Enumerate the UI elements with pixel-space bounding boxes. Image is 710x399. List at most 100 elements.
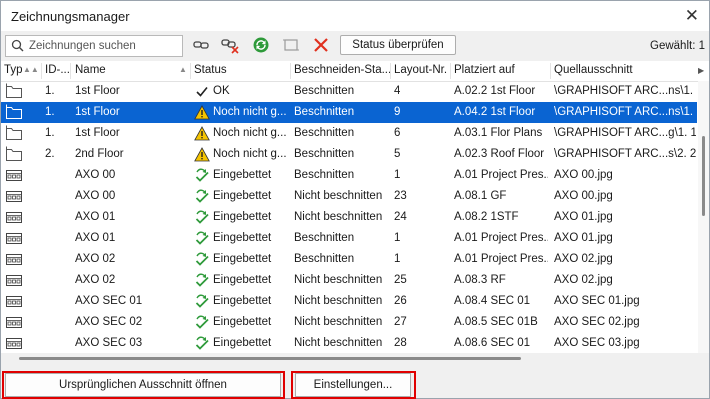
folder-icon [6, 104, 22, 119]
cell-layout: 6 [394, 127, 401, 139]
column-header-crop-status[interactable]: Beschneiden-Sta... [294, 64, 391, 76]
cell-name: 2nd Floor [75, 148, 124, 160]
horizontal-scroll-thumb[interactable] [19, 357, 521, 360]
drawing-manager-window: Zeichnungsmanager ✕ Status überprüfen Ge… [0, 0, 710, 399]
cell-source: \GRAPHISOFT ARC...ns\1. 1s [554, 85, 696, 97]
cell-name: AXO 00 [75, 190, 116, 202]
cell-placed: A.08.4 SEC 01 [454, 295, 531, 307]
sort-up-icon: ▲▲ [23, 65, 39, 74]
refresh-icon[interactable] [252, 36, 270, 54]
column-header-layout-number[interactable]: Layout-Nr. [394, 64, 447, 76]
column-separator[interactable] [190, 63, 191, 79]
cell-placed: A.02.2 1st Floor [454, 85, 536, 97]
table-row-selected[interactable]: 1. 1st Floor Noch nicht g... Beschnitten 9 A.… [1, 102, 697, 123]
cell-status: Eingebettet [213, 316, 272, 328]
scroll-right-icon[interactable]: ▶ [698, 66, 704, 75]
table-row[interactable]: AXO 02 Eingebettet Beschnitten 1 A.01 Projec… [1, 249, 697, 270]
embedded-icon [195, 273, 209, 287]
vertical-scroll-thumb[interactable] [702, 136, 705, 216]
search-icon [11, 39, 24, 52]
cell-status: Noch nicht g... [213, 127, 287, 139]
ok-check-icon [196, 86, 208, 97]
link-icon[interactable] [192, 36, 210, 54]
cell-id: 1. [45, 127, 55, 139]
image-file-icon [6, 338, 22, 349]
horizontal-scrollbar[interactable] [1, 353, 709, 363]
cell-placed: A.08.2 1STF [454, 211, 519, 223]
cell-source: AXO 01.jpg [554, 232, 613, 244]
image-file-icon [6, 191, 22, 202]
cell-id: 1. [45, 85, 55, 97]
highlight-box [291, 371, 416, 399]
sort-up-icon: ▲ [179, 65, 187, 74]
embedded-icon [195, 294, 209, 308]
warning-icon [194, 147, 210, 162]
cell-source: \GRAPHISOFT ARC...ns\1. 1s [554, 106, 696, 118]
table-row[interactable]: AXO SEC 03 Eingebettet Nicht beschnitten 28… [1, 333, 697, 353]
column-header-id[interactable]: ID-... [45, 64, 70, 76]
cell-id: 2. [45, 148, 55, 160]
cell-status: Noch nicht g... [213, 148, 287, 160]
table-row[interactable]: 1. 1st Floor OK Beschnitten 4 A.02.2 1st Floo… [1, 81, 697, 102]
embedded-icon [195, 168, 209, 182]
cell-status: Eingebettet [213, 274, 272, 286]
cell-placed: A.01 Project Pres... [454, 169, 548, 181]
image-file-icon [6, 254, 22, 265]
column-header-name[interactable]: Name [75, 64, 106, 76]
table-row[interactable]: AXO 02 Eingebettet Nicht beschnitten 25 A.08… [1, 270, 697, 291]
cell-placed: A.01 Project Pres... [454, 232, 548, 244]
cell-crop: Nicht beschnitten [294, 190, 383, 202]
cell-layout: 4 [394, 85, 401, 97]
column-header-status[interactable]: Status [194, 64, 227, 76]
column-separator[interactable] [550, 63, 551, 79]
cell-name: AXO 00 [75, 169, 116, 181]
cell-crop: Beschnitten [294, 85, 355, 97]
column-separator[interactable] [390, 63, 391, 79]
search-box[interactable] [5, 35, 183, 57]
window-title: Zeichnungsmanager [11, 9, 130, 24]
table-row[interactable]: 1. 1st Floor Noch nicht g... Beschnitten 6 A.… [1, 123, 697, 144]
cell-source: \GRAPHISOFT ARC...s\2. 2nd [554, 148, 696, 160]
search-input[interactable] [27, 37, 181, 55]
delete-icon[interactable] [312, 36, 330, 54]
table-row[interactable]: AXO SEC 01 Eingebettet Nicht beschnitten 26… [1, 291, 697, 312]
crop-frame-icon[interactable] [282, 36, 300, 54]
cell-name: 1st Floor [75, 106, 120, 118]
column-separator[interactable] [450, 63, 451, 79]
cell-source: AXO 00.jpg [554, 169, 613, 181]
table-row[interactable]: AXO 01 Eingebettet Nicht beschnitten 24 A.08… [1, 207, 697, 228]
column-separator[interactable] [41, 63, 42, 79]
drawings-table: Typ ▲▲ ID-... Name ▲ Status Beschneiden-… [1, 61, 709, 353]
cell-status: Eingebettet [213, 169, 272, 181]
cell-status: Noch nicht g... [213, 106, 287, 118]
cell-crop: Beschnitten [294, 253, 355, 265]
cell-source: AXO SEC 03.jpg [554, 337, 640, 349]
cell-source: AXO SEC 01.jpg [554, 295, 640, 307]
table-header: Typ ▲▲ ID-... Name ▲ Status Beschneiden-… [1, 61, 709, 82]
close-icon[interactable]: ✕ [685, 6, 699, 26]
column-header-type[interactable]: Typ [4, 64, 23, 76]
table-row[interactable]: AXO 00 Eingebettet Nicht beschnitten 23 A.08… [1, 186, 697, 207]
cell-layout: 9 [394, 106, 401, 118]
column-separator[interactable] [70, 63, 71, 79]
cell-name: AXO SEC 01 [75, 295, 143, 307]
warning-icon [194, 105, 210, 120]
cell-placed: A.02.3 Roof Floor [454, 148, 545, 160]
cell-crop: Beschnitten [294, 106, 355, 118]
image-file-icon [6, 233, 22, 244]
column-separator[interactable] [290, 63, 291, 79]
table-row[interactable]: AXO 01 Eingebettet Beschnitten 1 A.01 Projec… [1, 228, 697, 249]
cell-name: AXO SEC 03 [75, 337, 143, 349]
check-status-button[interactable]: Status überprüfen [340, 35, 456, 55]
cell-status: Eingebettet [213, 337, 272, 349]
table-row[interactable]: AXO 00 Eingebettet Beschnitten 1 A.01 Projec… [1, 165, 697, 186]
cell-layout: 5 [394, 148, 401, 160]
cell-placed: A.08.1 GF [454, 190, 507, 202]
table-row[interactable]: AXO SEC 02 Eingebettet Nicht beschnitten 27… [1, 312, 697, 333]
column-header-placed-on[interactable]: Platziert auf [454, 64, 515, 76]
column-header-source-view[interactable]: Quellausschnitt [554, 64, 633, 76]
table-row[interactable]: 2. 2nd Floor Noch nicht g... Beschnitten 5 A.… [1, 144, 697, 165]
unlink-icon[interactable] [221, 36, 239, 54]
cell-name: AXO 01 [75, 232, 116, 244]
vertical-scrollbar[interactable] [698, 81, 709, 353]
